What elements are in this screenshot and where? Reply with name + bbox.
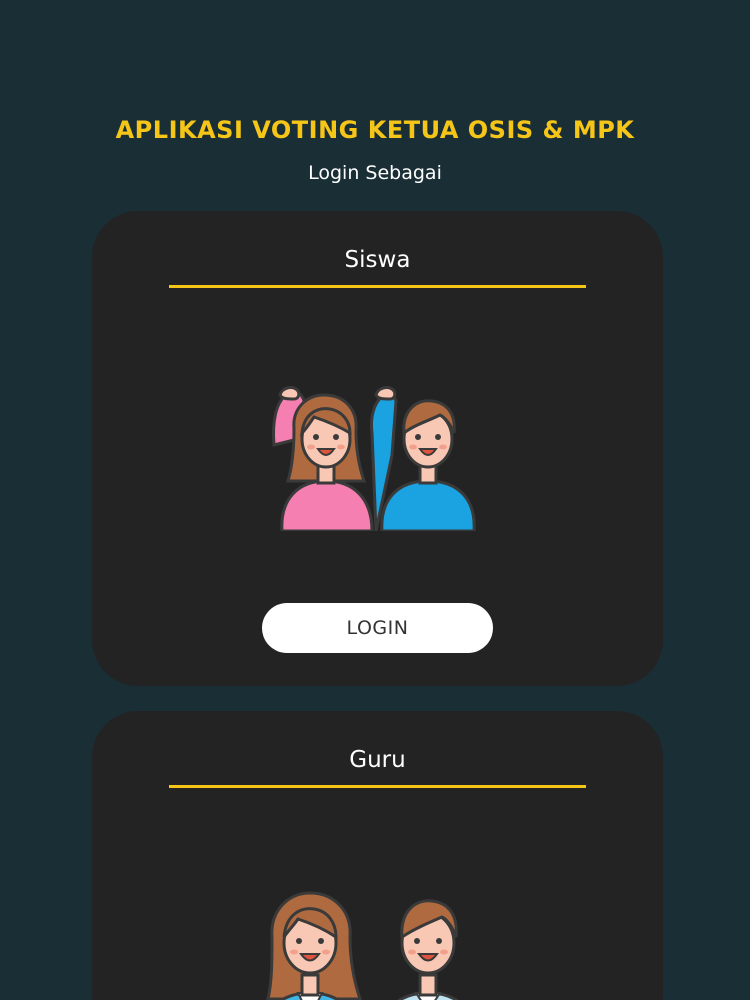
card-title-guru: Guru bbox=[349, 747, 406, 773]
guru-card: Guru bbox=[92, 711, 663, 1000]
login-subtitle: Login Sebagai bbox=[308, 162, 442, 184]
students-raising-hands-icon bbox=[272, 386, 476, 531]
teachers-icon bbox=[266, 891, 459, 1000]
login-button-siswa[interactable]: LOGIN bbox=[262, 603, 493, 653]
card-divider bbox=[169, 285, 586, 288]
card-title-siswa: Siswa bbox=[344, 247, 411, 273]
app-title: APLIKASI VOTING KETUA OSIS & MPK bbox=[115, 116, 635, 144]
card-divider bbox=[169, 785, 586, 788]
login-page: APLIKASI VOTING KETUA OSIS & MPK Login S… bbox=[0, 0, 750, 1000]
siswa-card: Siswa LOGIN bbox=[92, 211, 663, 686]
